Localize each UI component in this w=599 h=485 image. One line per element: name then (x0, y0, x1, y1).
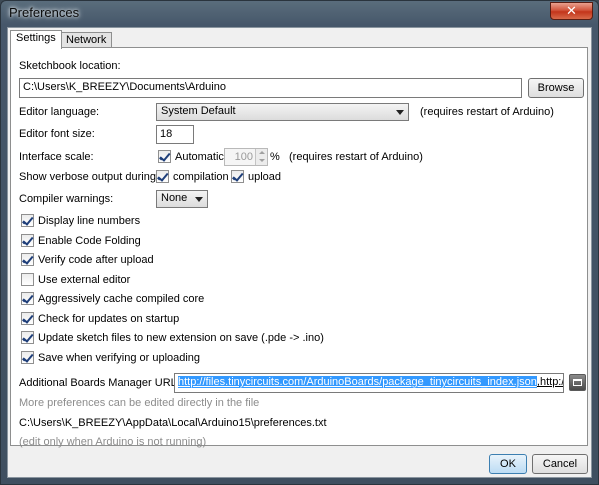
compiler-warnings-label: Compiler warnings: (19, 193, 114, 205)
editor-language-note: (requires restart of Arduino) (420, 106, 554, 118)
interface-scale-automatic-checkbox[interactable] (158, 150, 171, 163)
editor-language-value: System Default (161, 105, 236, 117)
close-button[interactable]: ✕ (550, 2, 593, 20)
sketchbook-label: Sketchbook location: (19, 60, 121, 72)
option-external-editor-label: Use external editor (38, 274, 131, 286)
option-save-on-verify-label: Save when verifying or uploading (38, 352, 201, 364)
option-check-updates-label: Check for updates on startup (38, 313, 180, 325)
more-preferences-note: More preferences can be edited directly … (19, 397, 260, 409)
sketchbook-location-input[interactable]: C:\Users\K_BREEZY\Documents\Arduino (19, 78, 522, 98)
tab-network[interactable]: Network (60, 32, 113, 48)
interface-scale-label: Interface scale: (19, 151, 94, 163)
option-display-line-numbers-label: Display line numbers (38, 215, 141, 227)
boards-manager-edit-button[interactable] (569, 374, 586, 391)
window-icon (573, 379, 582, 386)
editor-font-size-label: Editor font size: (19, 128, 95, 140)
preferences-file-path[interactable]: C:\Users\K_BREEZY\AppData\Local\Arduino1… (19, 417, 327, 429)
option-cache-core-checkbox[interactable] (21, 292, 34, 305)
edit-only-note: (edit only when Arduino is not running) (19, 436, 207, 448)
preferences-window: Preferences ✕ Settings Network Sketchboo… (0, 0, 599, 485)
verbose-output-label: Show verbose output during: (19, 171, 160, 183)
interface-scale-automatic-label: Automatic (175, 151, 224, 163)
option-check-updates-checkbox[interactable] (21, 312, 34, 325)
spinner-down-icon[interactable] (255, 157, 267, 165)
dialog-client: Settings Network Sketchbook location: C:… (7, 27, 592, 478)
verbose-upload-checkbox[interactable] (231, 170, 244, 183)
editor-language-select[interactable]: System Default (156, 103, 409, 121)
window-title: Preferences (9, 5, 80, 20)
compiler-warnings-value: None (161, 192, 188, 204)
boards-manager-urls-label: Additional Boards Manager URLs: (19, 377, 186, 389)
verbose-compilation-label: compilation (173, 171, 229, 183)
option-enable-code-folding-label: Enable Code Folding (38, 235, 141, 247)
cancel-button[interactable]: Cancel (532, 454, 588, 474)
browse-button[interactable]: Browse (528, 78, 584, 98)
boards-manager-url-rest: ,http://drazz (536, 376, 563, 388)
interface-scale-unit: % (270, 151, 280, 163)
option-save-on-verify-checkbox[interactable] (21, 351, 34, 364)
verbose-compilation-checkbox[interactable] (156, 170, 169, 183)
tab-settings[interactable]: Settings (10, 30, 62, 49)
title-bar[interactable]: Preferences ✕ (1, 1, 598, 27)
option-display-line-numbers-checkbox[interactable] (21, 214, 34, 227)
boards-manager-urls-input[interactable]: http://files.tinycircuits.com/ArduinoBoa… (174, 373, 564, 393)
option-update-extension-checkbox[interactable] (21, 331, 34, 344)
option-verify-code-label: Verify code after upload (38, 254, 154, 266)
ok-button[interactable]: OK (489, 454, 527, 474)
settings-panel: Sketchbook location: C:\Users\K_BREEZY\D… (10, 47, 588, 448)
option-enable-code-folding-checkbox[interactable] (21, 234, 34, 247)
interface-scale-note: (requires restart of Arduino) (289, 151, 423, 163)
chevron-down-icon (195, 197, 203, 202)
interface-scale-spinner[interactable]: 100 (224, 148, 268, 166)
option-cache-core-label: Aggressively cache compiled core (38, 293, 205, 305)
interface-scale-value: 100 (234, 151, 253, 163)
editor-font-size-input[interactable]: 18 (156, 125, 194, 144)
compiler-warnings-select[interactable]: None (156, 190, 208, 208)
verbose-upload-label: upload (248, 171, 282, 183)
close-icon: ✕ (566, 3, 577, 18)
option-external-editor-checkbox[interactable] (21, 273, 34, 286)
spinner-up-icon[interactable] (255, 149, 267, 157)
boards-manager-url-selected: http://files.tinycircuits.com/ArduinoBoa… (178, 376, 537, 388)
option-verify-code-checkbox[interactable] (21, 253, 34, 266)
option-update-extension-label: Update sketch files to new extension on … (38, 332, 324, 344)
editor-language-label: Editor language: (19, 106, 100, 118)
chevron-down-icon (396, 110, 404, 115)
